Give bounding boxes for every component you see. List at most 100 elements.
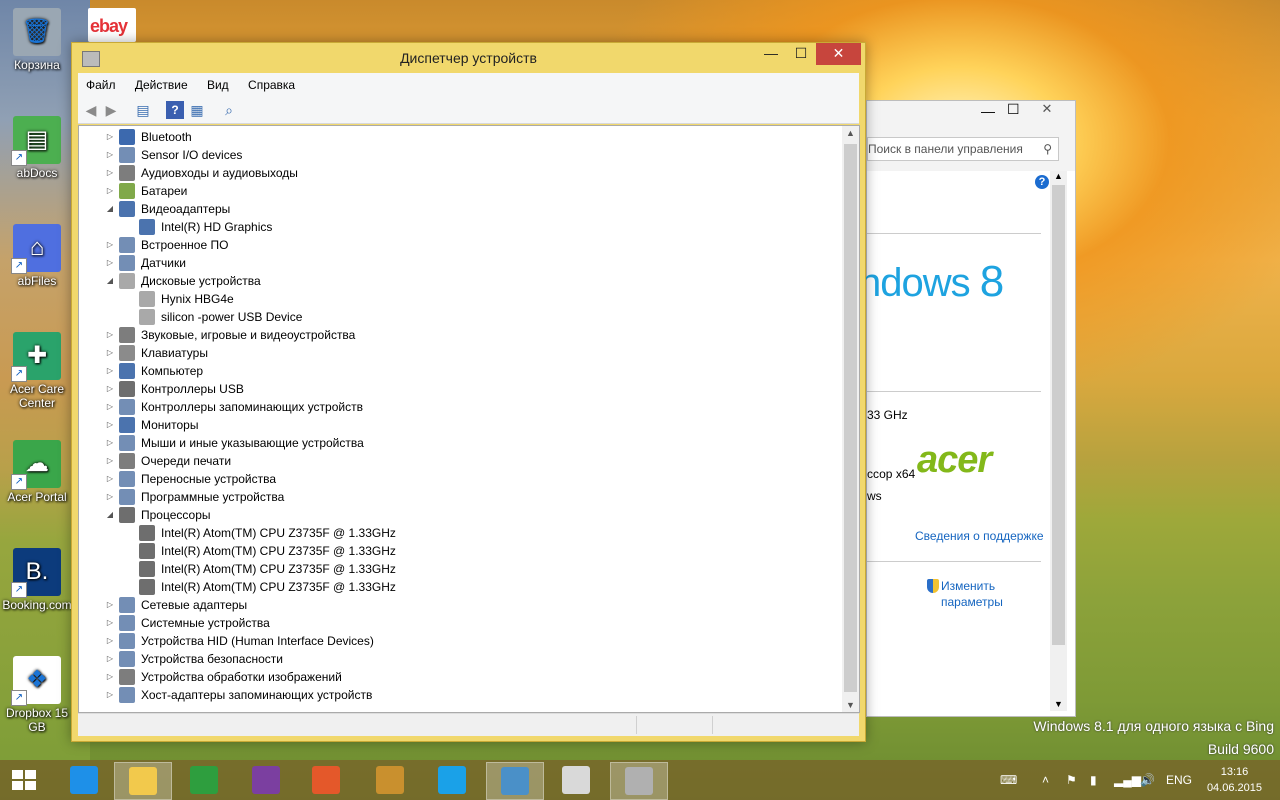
scroll-up-icon[interactable]: ▲	[846, 128, 855, 138]
close-icon[interactable]: ✕	[1027, 101, 1067, 121]
tree-item[interactable]: Hynix HBG4e	[79, 290, 839, 308]
expand-arrow-icon[interactable]: ▷	[105, 398, 115, 416]
expand-arrow-icon[interactable]: ▷	[105, 596, 115, 614]
expand-arrow-icon[interactable]: ▷	[105, 488, 115, 506]
expand-arrow-icon[interactable]: ▷	[105, 326, 115, 344]
expand-arrow-icon[interactable]: ▷	[105, 632, 115, 650]
expand-arrow-icon[interactable]: ▷	[105, 146, 115, 164]
tree-item[interactable]: ▷ Сетевые адаптеры	[79, 596, 839, 614]
properties-icon[interactable]: ▤	[134, 101, 152, 119]
support-info-link[interactable]: Сведения о поддержке	[915, 529, 1044, 543]
tree-item[interactable]: ▷ Контроллеры USB	[79, 380, 839, 398]
tree-item[interactable]: ▷ Клавиатуры	[79, 344, 839, 362]
expand-arrow-icon[interactable]: ▷	[105, 236, 115, 254]
device-manager-window[interactable]: Диспетчер устройств — ☐ ✕ Файл Действие …	[71, 42, 866, 742]
tree-item[interactable]: Intel(R) HD Graphics	[79, 218, 839, 236]
tree-item[interactable]: Intel(R) Atom(TM) CPU Z3735F @ 1.33GHz	[79, 578, 839, 596]
scroll-down-icon[interactable]: ▼	[1054, 699, 1063, 709]
menu-view[interactable]: Вид	[199, 73, 237, 97]
desktop-icon[interactable]: ❖ ↗ Dropbox 15 GB	[2, 656, 72, 734]
touch-keyboard-icon[interactable]: ⌨	[1000, 760, 1017, 800]
desktop-icon[interactable]: ▤ ↗ abDocs	[2, 116, 72, 180]
taskbar-app[interactable]	[56, 762, 112, 798]
tree-item[interactable]: ▷ Мыши и иные указывающие устройства	[79, 434, 839, 452]
tree-item[interactable]: Intel(R) Atom(TM) CPU Z3735F @ 1.33GHz	[79, 524, 839, 542]
scan-hardware-icon[interactable]: ⌕	[220, 101, 238, 119]
menu-help[interactable]: Справка	[240, 73, 303, 97]
tree-item[interactable]: ◢ Дисковые устройства	[79, 272, 839, 290]
tree-item[interactable]: ▷ Системные устройства	[79, 614, 839, 632]
expand-arrow-icon[interactable]: ▷	[105, 686, 115, 704]
tree-item[interactable]: ▷ Устройства безопасности	[79, 650, 839, 668]
tree-item[interactable]: ▷ Sensor I/O devices	[79, 146, 839, 164]
expand-arrow-icon[interactable]: ▷	[105, 254, 115, 272]
language-indicator[interactable]: ENG	[1166, 760, 1192, 800]
desktop-icon[interactable]: ☁ ↗ Acer Portal	[2, 440, 72, 504]
change-settings-link[interactable]: Изменить	[941, 579, 995, 593]
back-arrow-icon[interactable]: ◀	[82, 101, 100, 119]
tree-item[interactable]: ▷ Программные устройства	[79, 488, 839, 506]
expand-arrow-icon[interactable]: ▷	[105, 614, 115, 632]
help-icon[interactable]: ?	[1035, 175, 1049, 189]
tree-item[interactable]: ▷ Встроенное ПО	[79, 236, 839, 254]
tree-item[interactable]: ▷ Компьютер	[79, 362, 839, 380]
clock[interactable]: 13:16 04.06.2015	[1207, 764, 1262, 796]
expand-arrow-icon[interactable]: ▷	[105, 416, 115, 434]
ebay-desktop-icon[interactable]: ebay	[88, 8, 136, 42]
tree-item[interactable]: ▷ Очереди печати	[79, 452, 839, 470]
wifi-icon[interactable]: ▂▄▆	[1114, 760, 1141, 800]
expand-arrow-icon[interactable]: ▷	[105, 164, 115, 182]
start-button[interactable]	[10, 768, 38, 792]
expand-arrow-icon[interactable]: ▷	[105, 380, 115, 398]
expand-arrow-icon[interactable]: ▷	[105, 470, 115, 488]
expand-arrow-icon[interactable]: ▷	[105, 128, 115, 146]
desktop-icon[interactable]: B. ↗ Booking.com	[2, 548, 72, 612]
expand-arrow-icon[interactable]: ▷	[105, 650, 115, 668]
taskbar-app[interactable]	[486, 762, 544, 800]
tree-item[interactable]: ▷ Звуковые, игровые и видеоустройства	[79, 326, 839, 344]
collapse-arrow-icon[interactable]: ◢	[105, 506, 115, 524]
action-center-icon[interactable]: ⚑	[1066, 760, 1077, 800]
scrollbar-thumb[interactable]	[1052, 185, 1065, 645]
change-settings-link-line2[interactable]: параметры	[941, 595, 1003, 609]
tree-item[interactable]: Intel(R) Atom(TM) CPU Z3735F @ 1.33GHz	[79, 542, 839, 560]
device-tree-scrollbar[interactable]: ▲ ▼	[842, 126, 859, 712]
device-tree[interactable]: ▷ Bluetooth ▷ Sensor I/O devices ▷ Аудиовходы…	[78, 125, 860, 713]
expand-arrow-icon[interactable]: ▷	[105, 344, 115, 362]
collapse-arrow-icon[interactable]: ◢	[105, 200, 115, 218]
tree-item[interactable]: ▷ Переносные устройства	[79, 470, 839, 488]
control-panel-scrollbar[interactable]: ▲ ▼	[1050, 171, 1067, 711]
scroll-up-icon[interactable]: ▲	[1054, 171, 1063, 181]
show-hidden-icons[interactable]: ˄	[1042, 760, 1049, 800]
scroll-down-icon[interactable]: ▼	[846, 700, 855, 710]
desktop-icon[interactable]: ✚ ↗ Acer Care Center	[2, 332, 72, 410]
tree-item[interactable]: ◢ Видеоадаптеры	[79, 200, 839, 218]
expand-arrow-icon[interactable]: ▷	[105, 668, 115, 686]
help-icon[interactable]: ?	[166, 101, 184, 119]
collapse-arrow-icon[interactable]: ◢	[105, 272, 115, 290]
tree-item[interactable]: ▷ Мониторы	[79, 416, 839, 434]
taskbar-app[interactable]	[238, 762, 294, 798]
tree-item[interactable]: ▷ Батареи	[79, 182, 839, 200]
taskbar-app[interactable]	[548, 762, 604, 798]
forward-arrow-icon[interactable]: ▶	[102, 101, 120, 119]
maximize-icon[interactable]: ☐	[1007, 101, 1020, 118]
desktop-icon[interactable]: 🗑 Корзина	[2, 8, 72, 72]
taskbar-app[interactable]	[424, 762, 480, 798]
tree-item[interactable]: ▷ Датчики	[79, 254, 839, 272]
tree-item[interactable]: ▷ Bluetooth	[79, 128, 839, 146]
tree-item[interactable]: ▷ Хост-адаптеры запоминающих устройств	[79, 686, 839, 704]
tree-item[interactable]: ◢ Процессоры	[79, 506, 839, 524]
taskbar-app[interactable]	[362, 762, 418, 798]
view-icon[interactable]: ▦	[188, 101, 206, 119]
taskbar-app[interactable]	[610, 762, 668, 800]
control-panel-window[interactable]: — ☐ ✕ Поиск в панели управления ⚲ ? ndow…	[859, 100, 1076, 717]
expand-arrow-icon[interactable]: ▷	[105, 434, 115, 452]
menu-file[interactable]: Файл	[78, 73, 124, 97]
taskbar-app[interactable]	[176, 762, 232, 798]
tree-item[interactable]: ▷ Устройства HID (Human Interface Devices…	[79, 632, 839, 650]
expand-arrow-icon[interactable]: ▷	[105, 182, 115, 200]
taskbar-app[interactable]	[114, 762, 172, 800]
tree-item[interactable]: ▷ Аудиовходы и аудиовыходы	[79, 164, 839, 182]
desktop-icon[interactable]: ⌂ ↗ abFiles	[2, 224, 72, 288]
